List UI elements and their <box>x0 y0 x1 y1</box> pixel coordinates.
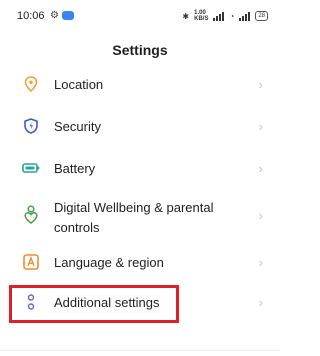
settings-item-language-region[interactable]: Language & region › <box>0 252 280 272</box>
network-speed-unit: KB/S <box>194 16 209 22</box>
settings-item-label: Location <box>54 76 104 92</box>
bluetooth-icon: ✱ <box>182 11 190 21</box>
signal-icon <box>213 11 225 21</box>
language-icon <box>22 253 40 271</box>
settings-item-label: Language & region <box>54 254 164 270</box>
battery-indicator: 28 <box>255 11 268 21</box>
highlight-box <box>9 285 179 323</box>
wifi-icon: ◔ <box>229 11 235 21</box>
security-shield-icon <box>22 117 40 135</box>
cloud-icon <box>62 11 74 20</box>
chevron-right-icon: › <box>258 160 263 176</box>
signal-icon-2 <box>239 11 251 21</box>
status-indicators: ✱ 1.00 KB/S ◔ 28 <box>182 10 268 22</box>
settings-item-digital-wellbeing[interactable]: Digital Wellbeing & parental controls › <box>0 196 280 238</box>
battery-icon <box>22 159 40 177</box>
location-icon <box>22 75 40 93</box>
wellbeing-icon <box>22 205 40 224</box>
status-time: 10:06 <box>17 10 45 22</box>
chevron-right-icon: › <box>258 76 263 92</box>
chevron-right-icon: › <box>258 254 263 270</box>
page-title: Settings <box>112 42 168 58</box>
chevron-right-icon: › <box>258 208 263 223</box>
gear-icon: ⚙ <box>50 10 59 21</box>
settings-item-security[interactable]: Security › <box>0 116 280 136</box>
chevron-right-icon: › <box>258 118 263 134</box>
settings-item-label-line1: Digital Wellbeing & parental <box>54 200 214 215</box>
settings-item-battery[interactable]: Battery › <box>0 158 280 178</box>
settings-item-label-line2: controls <box>54 220 100 235</box>
divider <box>0 350 280 351</box>
settings-item-location[interactable]: Location › <box>0 74 280 94</box>
network-speed: 1.00 KB/S <box>194 10 208 22</box>
settings-item-label: Security <box>54 118 101 134</box>
chevron-right-icon: › <box>258 294 263 310</box>
settings-item-label: Battery <box>54 160 96 176</box>
status-bar: 10:06 ⚙ ✱ 1.00 KB/S ◔ 28 <box>0 0 280 32</box>
